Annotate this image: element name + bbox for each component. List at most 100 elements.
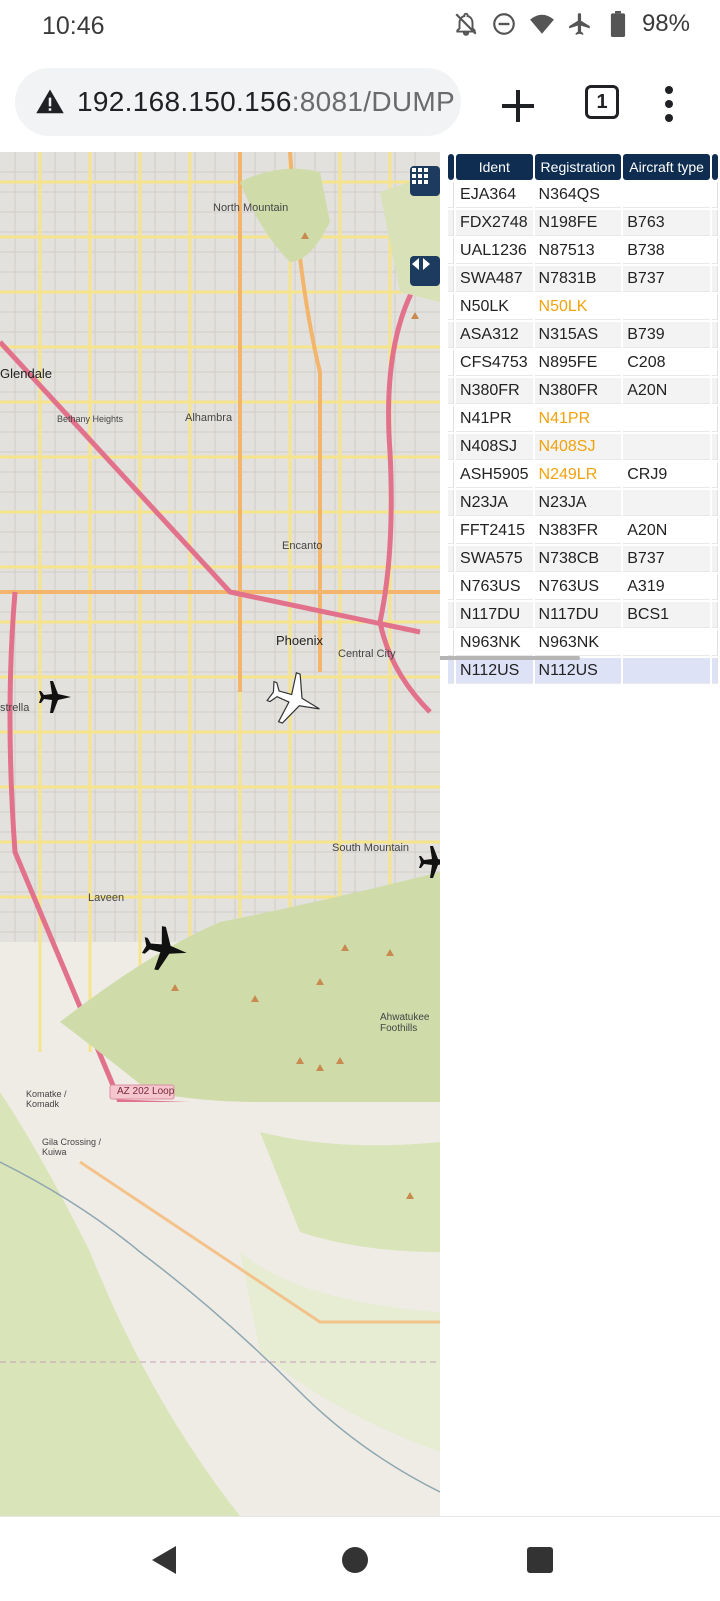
- row-edge-cell: [711, 490, 718, 516]
- map-label-estrella: strella: [0, 702, 30, 714]
- cell-registration: N249LR: [534, 462, 622, 488]
- aircraft-table-panel: Ident Registration Aircraft type EJA364 N…: [440, 152, 720, 1516]
- map-label-ahwatukee: Ahwatukee Foothills: [380, 1012, 430, 1034]
- cell-aircraft-type: B738: [623, 238, 710, 264]
- map-layers-button[interactable]: [410, 166, 440, 196]
- cell-ident: N380FR: [456, 378, 533, 404]
- table-row[interactable]: CFS4753 N895FE C208: [448, 350, 718, 376]
- overflow-menu-icon[interactable]: [664, 84, 674, 124]
- row-edge-cell: [448, 574, 455, 600]
- row-edge-cell: [448, 658, 455, 684]
- cell-ident: SWA487: [456, 266, 533, 292]
- wifi-icon: [528, 10, 556, 38]
- cell-ident: ASH5905: [456, 462, 533, 488]
- table-row[interactable]: EJA364 N364QS: [448, 182, 718, 208]
- table-row[interactable]: N763US N763US A319: [448, 574, 718, 600]
- cell-registration: N364QS: [534, 182, 622, 208]
- row-edge-cell: [448, 546, 455, 572]
- table-row[interactable]: N112US N112US: [448, 658, 718, 684]
- map-label-encanto: Encanto: [282, 540, 323, 552]
- row-edge-cell: [711, 210, 718, 236]
- cell-aircraft-type: [623, 630, 710, 656]
- row-edge-cell: [711, 294, 718, 320]
- table-row[interactable]: N50LK N50LK: [448, 294, 718, 320]
- airplane-mode-icon: [566, 10, 594, 38]
- row-edge-cell: [711, 406, 718, 432]
- row-edge-cell: [711, 266, 718, 292]
- column-header-edge[interactable]: [711, 154, 718, 180]
- status-time: 10:46: [42, 12, 105, 40]
- row-edge-cell: [448, 322, 455, 348]
- map-label-central-city: Central City: [338, 648, 396, 660]
- row-edge-cell: [448, 350, 455, 376]
- table-row[interactable]: N117DU N117DU BCS1: [448, 602, 718, 628]
- table-row[interactable]: UAL1236 N87513 B738: [448, 238, 718, 264]
- cell-registration: N23JA: [534, 490, 622, 516]
- sidebar-toggle-button[interactable]: [410, 256, 440, 286]
- browser-toolbar: 192.168.150.156:8081/DUMP 1: [0, 56, 720, 148]
- map-label-bethany-heights: Bethany Heights: [57, 414, 124, 424]
- cell-registration: N7831B: [534, 266, 622, 292]
- cell-aircraft-type: BCS1: [623, 602, 710, 628]
- table-row[interactable]: FFT2415 N383FR A20N: [448, 518, 718, 544]
- table-row[interactable]: N380FR N380FR A20N: [448, 378, 718, 404]
- cell-registration: N738CB: [534, 546, 622, 572]
- table-row[interactable]: N23JA N23JA: [448, 490, 718, 516]
- cell-registration: N408SJ: [534, 434, 622, 460]
- table-row[interactable]: SWA575 N738CB B737: [448, 546, 718, 572]
- table-row[interactable]: N963NK N963NK: [448, 630, 718, 656]
- horizontal-scrollbar[interactable]: [440, 656, 580, 660]
- aircraft-table: Ident Registration Aircraft type EJA364 N…: [446, 152, 720, 686]
- cell-aircraft-type: B737: [623, 266, 710, 292]
- column-header-edge[interactable]: [448, 154, 455, 180]
- cell-registration: N963NK: [534, 630, 622, 656]
- tab-switcher-button[interactable]: 1: [585, 85, 619, 119]
- cell-aircraft-type: [623, 434, 710, 460]
- status-icons: 98%: [452, 10, 690, 38]
- battery-icon: [604, 10, 632, 38]
- cell-aircraft-type: [623, 294, 710, 320]
- cell-ident: N23JA: [456, 490, 533, 516]
- row-edge-cell: [711, 574, 718, 600]
- cell-ident: FDX2748: [456, 210, 533, 236]
- cell-registration: N198FE: [534, 210, 622, 236]
- table-row[interactable]: ASA312 N315AS B739: [448, 322, 718, 348]
- table-header-row: Ident Registration Aircraft type: [448, 154, 718, 180]
- home-icon[interactable]: [342, 1547, 368, 1573]
- cell-aircraft-type: [623, 182, 710, 208]
- map-label-az202: AZ 202 Loop: [117, 1086, 175, 1097]
- expand-horizontal-icon: [412, 258, 430, 270]
- table-row[interactable]: ASH5905 N249LR CRJ9: [448, 462, 718, 488]
- do-not-disturb-icon: [490, 10, 518, 38]
- row-edge-cell: [448, 434, 455, 460]
- map-view[interactable]: North Mountain Glendale Bethany Heights …: [0, 152, 440, 1516]
- cell-registration: N41PR: [534, 406, 622, 432]
- cell-aircraft-type: B763: [623, 210, 710, 236]
- cell-registration: N383FR: [534, 518, 622, 544]
- row-edge-cell: [448, 266, 455, 292]
- table-row[interactable]: FDX2748 N198FE B763: [448, 210, 718, 236]
- column-header-aircraft-type[interactable]: Aircraft type: [623, 154, 710, 180]
- row-edge-cell: [711, 350, 718, 376]
- recents-icon[interactable]: [527, 1547, 553, 1573]
- cell-aircraft-type: [623, 658, 710, 684]
- not-secure-warning-icon[interactable]: [35, 87, 65, 117]
- url-text[interactable]: 192.168.150.156:8081/DUMP: [77, 86, 455, 118]
- new-tab-icon[interactable]: [498, 86, 538, 126]
- cell-ident: N763US: [456, 574, 533, 600]
- table-row[interactable]: SWA487 N7831B B737: [448, 266, 718, 292]
- battery-percent: 98%: [641, 10, 690, 37]
- cell-ident: CFS4753: [456, 350, 533, 376]
- map-canvas[interactable]: [0, 152, 440, 1516]
- column-header-ident[interactable]: Ident: [456, 154, 533, 180]
- address-bar[interactable]: 192.168.150.156:8081/DUMP: [15, 68, 461, 136]
- cell-ident: N41PR: [456, 406, 533, 432]
- row-edge-cell: [711, 462, 718, 488]
- table-row[interactable]: N408SJ N408SJ: [448, 434, 718, 460]
- cell-ident: N963NK: [456, 630, 533, 656]
- back-icon[interactable]: [150, 1545, 178, 1575]
- column-header-registration[interactable]: Registration: [534, 154, 622, 180]
- row-edge-cell: [711, 518, 718, 544]
- cell-ident: UAL1236: [456, 238, 533, 264]
- table-row[interactable]: N41PR N41PR: [448, 406, 718, 432]
